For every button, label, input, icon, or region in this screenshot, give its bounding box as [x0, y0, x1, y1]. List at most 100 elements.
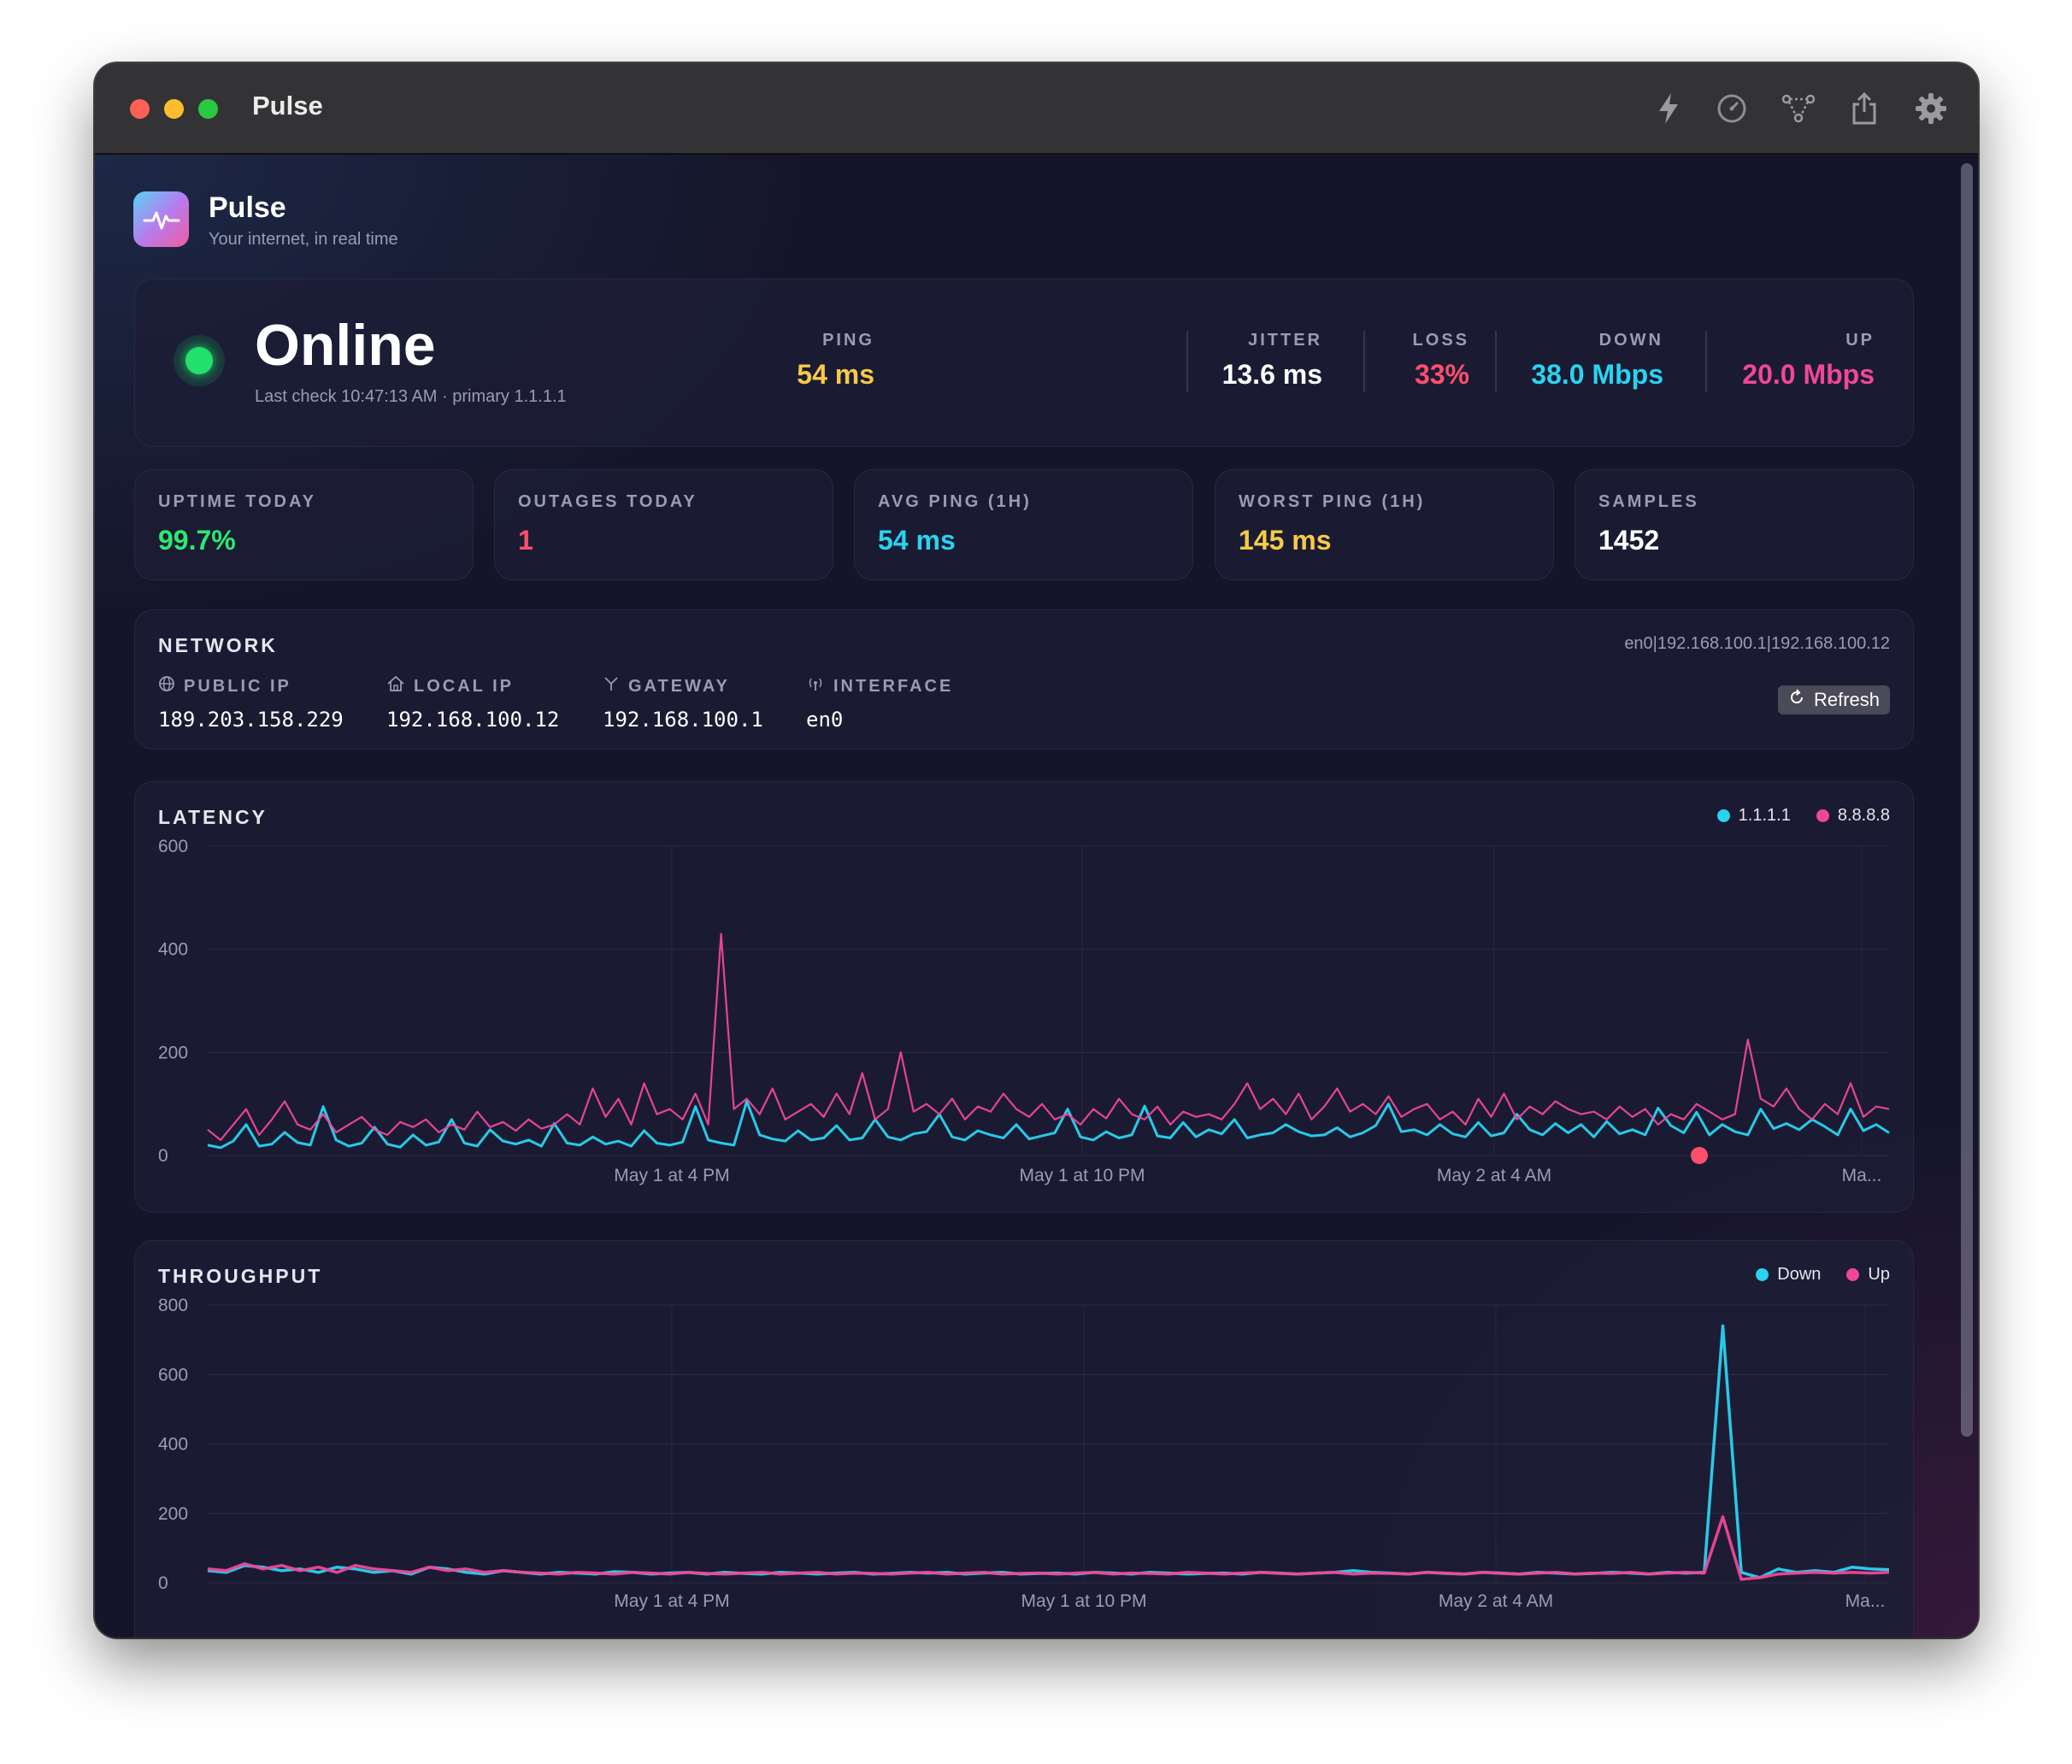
network-card: NETWORK en0|192.168.100.1|192.168.100.12… — [134, 609, 1914, 750]
stat-outages-today: OUTAGES TODAY 1 — [494, 469, 833, 580]
stat-label: UPTIME TODAY — [158, 492, 316, 511]
bolt-icon[interactable] — [1651, 91, 1686, 126]
local-ip-item: LOCAL IP 192.168.100.12 — [386, 675, 559, 732]
metric-label: DOWN — [1598, 331, 1663, 350]
fork-icon — [603, 675, 620, 697]
stat-samples: SAMPLES 1452 — [1575, 469, 1914, 580]
y-tick-label: 200 — [158, 1043, 188, 1062]
local-ip-value: 192.168.100.12 — [386, 708, 560, 732]
stat-label: SAMPLES — [1598, 492, 1699, 511]
series-line-up — [207, 1515, 1890, 1581]
y-tick-label: 200 — [158, 1504, 188, 1524]
share-icon[interactable] — [1846, 91, 1882, 126]
latency-card: LATENCY 1.1.1.1 8.8.8.8 600 400 200 0 May 1 … — [134, 781, 1914, 1213]
speedometer-icon[interactable] — [1714, 91, 1750, 126]
stat-worst-ping: WORST PING (1H) 145 ms — [1215, 469, 1554, 580]
stat-value: 99.7% — [158, 525, 236, 556]
local-ip-label: LOCAL IP — [414, 676, 514, 696]
antenna-icon — [806, 675, 825, 697]
close-button[interactable] — [130, 99, 150, 119]
interface-item: INTERFACE en0 — [806, 675, 953, 732]
metric-label: PING — [822, 331, 874, 350]
gateway-item: GATEWAY 192.168.100.1 — [603, 675, 763, 732]
x-tick-label: May 2 at 4 AM — [1437, 1166, 1551, 1185]
minimize-button[interactable] — [164, 99, 184, 119]
stat-value: 54 ms — [878, 525, 956, 556]
network-summary: en0|192.168.100.1|192.168.100.12 — [1624, 634, 1890, 653]
metric-loss: LOSS 33% — [1413, 331, 1469, 391]
y-tick-label: 600 — [158, 837, 188, 856]
gateway-value: 192.168.100.1 — [603, 708, 763, 732]
metric-ping: PING 54 ms — [797, 331, 874, 391]
metric-divider — [1363, 331, 1365, 392]
zoom-button[interactable] — [198, 99, 218, 119]
outage-marker — [1691, 1147, 1708, 1164]
stat-label: OUTAGES TODAY — [518, 492, 698, 511]
y-tick-label: 0 — [158, 1146, 168, 1166]
y-tick-label: 400 — [158, 1435, 188, 1455]
x-tick-label: May 2 at 4 AM — [1439, 1591, 1553, 1611]
interface-label: INTERFACE — [833, 676, 954, 696]
status-title: Online — [255, 313, 436, 378]
gateway-label: GATEWAY — [628, 676, 730, 696]
app-subtitle: Your internet, in real time — [209, 230, 398, 249]
x-tick-label: May 1 at 10 PM — [1021, 1591, 1146, 1611]
series-line-8-8-8-8 — [207, 932, 1890, 1141]
metric-label: JITTER — [1248, 331, 1322, 350]
x-tick-label: May 1 at 4 PM — [614, 1591, 729, 1611]
stat-value: 1 — [518, 525, 533, 556]
metric-value: 13.6 ms — [1221, 359, 1322, 390]
x-tick-label: Ma... — [1845, 1591, 1886, 1611]
metric-divider — [1186, 331, 1188, 392]
main-content: Pulse Your internet, in real time Online… — [95, 155, 1978, 1638]
x-tick-label: May 1 at 4 PM — [614, 1166, 729, 1185]
metric-value: 54 ms — [797, 359, 874, 390]
app-name: Pulse — [209, 191, 286, 224]
y-tick-label: 800 — [158, 1296, 188, 1315]
scrollbar[interactable] — [1961, 163, 1973, 1437]
public-ip-label: PUBLIC IP — [184, 676, 291, 696]
metric-value: 20.0 Mbps — [1742, 359, 1875, 390]
refresh-label: Refresh — [1813, 689, 1880, 710]
metric-value: 38.0 Mbps — [1531, 359, 1663, 390]
network-title: NETWORK — [158, 634, 278, 656]
globe-icon — [158, 675, 175, 697]
status-indicator — [185, 347, 213, 374]
stat-uptime-today: UPTIME TODAY 99.7% — [134, 469, 474, 580]
series-line-down — [207, 1324, 1890, 1579]
stat-label: AVG PING (1H) — [878, 492, 1032, 511]
stat-value: 1452 — [1598, 525, 1660, 556]
public-ip-value: 189.203.158.229 — [158, 708, 344, 732]
app-logo — [133, 191, 189, 247]
stat-label: WORST PING (1H) — [1239, 492, 1426, 511]
metric-divider — [1705, 331, 1707, 392]
title-bar: Pulse — [95, 63, 1978, 155]
metric-label: LOSS — [1412, 331, 1469, 350]
status-detail: Last check 10:47:13 AM · primary 1.1.1.1 — [255, 387, 567, 406]
interface-value: en0 — [806, 708, 844, 732]
gear-icon[interactable] — [1913, 91, 1949, 126]
stat-avg-ping: AVG PING (1H) 54 ms — [854, 469, 1193, 580]
metric-jitter: JITTER 13.6 ms — [1222, 331, 1322, 391]
y-tick-label: 600 — [158, 1365, 188, 1385]
network-icon[interactable] — [1781, 91, 1816, 126]
refresh-button[interactable]: Refresh — [1777, 685, 1890, 714]
status-card: Online Last check 10:47:13 AM · primary … — [134, 279, 1914, 447]
house-icon — [386, 675, 405, 697]
metric-up: UP 20.0 Mbps — [1742, 331, 1875, 391]
throughput-card: THROUGHPUT Down Up 800 600 400 200 0 May 1 at… — [134, 1240, 1914, 1638]
stat-value: 145 ms — [1239, 525, 1332, 556]
y-tick-label: 0 — [158, 1573, 168, 1593]
app-window: Pulse Pulse Your internet, in real time … — [95, 63, 1978, 1638]
window-title: Pulse — [252, 91, 323, 121]
latency-chart: 600 400 200 0 May 1 at 4 PM May 1 at 10 PM May… — [158, 837, 1890, 1185]
y-tick-label: 400 — [158, 940, 188, 960]
metric-down: DOWN 38.0 Mbps — [1531, 331, 1663, 391]
metric-label: UP — [1845, 331, 1875, 350]
public-ip-item: PUBLIC IP 189.203.158.229 — [158, 675, 344, 732]
metric-value: 33% — [1414, 359, 1469, 390]
throughput-chart: 800 600 400 200 0 May 1 at 4 PM May 1 at 10 PM… — [158, 1296, 1890, 1611]
series-line-1-1-1-1 — [207, 1100, 1890, 1150]
refresh-icon — [1788, 689, 1805, 711]
x-tick-label: Ma... — [1842, 1166, 1882, 1185]
